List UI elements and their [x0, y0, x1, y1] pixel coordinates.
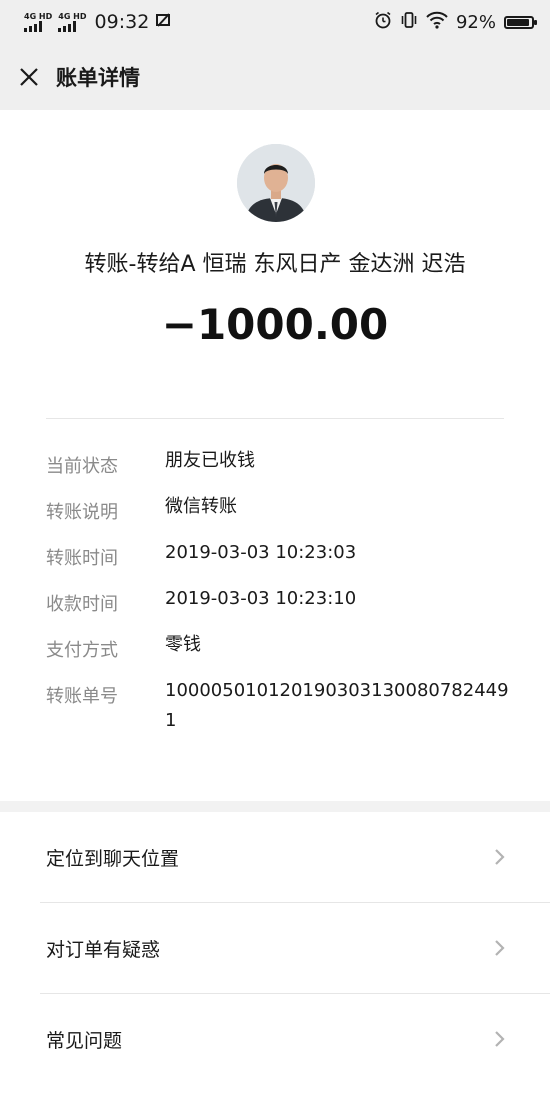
- menu-item-order-question[interactable]: 对订单有疑惑: [0, 903, 550, 993]
- detail-label: 转账单号: [46, 686, 118, 707]
- close-icon: [20, 68, 38, 86]
- detail-value: 2019-03-03 10:23:03: [165, 542, 357, 563]
- wifi-icon: [426, 11, 448, 34]
- nav-bar: 账单详情: [0, 44, 550, 110]
- status-time: 09:32: [94, 11, 150, 33]
- detail-row-receive-time: 收款时间 2019-03-03 10:23:10: [46, 588, 516, 636]
- detail-label: 当前状态: [46, 456, 118, 477]
- menu-item-faq[interactable]: 常见问题: [0, 994, 550, 1084]
- network-label-2: 4G HD: [58, 11, 87, 21]
- avatar[interactable]: [237, 144, 315, 222]
- status-bar: 4G HD 4G HD 09:32 92%: [0, 0, 550, 44]
- detail-label: 转账时间: [46, 548, 118, 569]
- alarm-icon: [374, 11, 392, 34]
- vibrate-icon: [400, 11, 418, 34]
- network-signal-icon-2: 4G HD: [58, 11, 87, 32]
- menu-item-label: 常见问题: [46, 1029, 123, 1052]
- detail-value: 朋友已收钱: [165, 450, 255, 471]
- detail-row-order-number: 转账单号 1000050101201903031300807824491: [46, 680, 516, 736]
- chevron-right-icon: [495, 849, 505, 865]
- divider: [46, 418, 504, 419]
- detail-value: 零钱: [165, 634, 201, 655]
- status-bar-right: 92%: [374, 11, 550, 34]
- menu-item-label: 对订单有疑惑: [46, 938, 161, 961]
- close-button[interactable]: [14, 62, 44, 92]
- transaction-amount: −1000.00: [161, 300, 389, 349]
- menu-item-locate-chat[interactable]: 定位到聊天位置: [0, 812, 550, 902]
- network-label: 4G HD: [24, 11, 53, 21]
- order-number-value[interactable]: 1000050101201903031300807824491: [165, 676, 510, 736]
- detail-row-status: 当前状态 朋友已收钱: [46, 450, 516, 498]
- menu-item-label: 定位到聊天位置: [46, 847, 180, 870]
- action-menu: 定位到聊天位置 对订单有疑惑 常见问题: [0, 812, 550, 1096]
- detail-label: 转账说明: [46, 502, 118, 523]
- detail-rows: 当前状态 朋友已收钱 转账说明 微信转账 转账时间 2019-03-03 10:…: [46, 450, 516, 736]
- detail-label: 收款时间: [46, 594, 118, 615]
- network-signal-icon: 4G HD: [24, 11, 53, 32]
- battery-percent: 92%: [455, 11, 496, 33]
- chevron-right-icon: [495, 1031, 505, 1047]
- page-title: 账单详情: [56, 66, 140, 90]
- chevron-right-icon: [495, 940, 505, 956]
- status-bar-left: 4G HD 4G HD 09:32: [0, 11, 171, 33]
- payee-name: 转账-转给A 恒瑞 东风日产 金达洲 迟浩: [84, 252, 466, 277]
- battery-icon: [504, 15, 537, 29]
- detail-label: 支付方式: [46, 640, 118, 661]
- detail-value: 微信转账: [165, 496, 237, 517]
- bill-detail-card: 转账-转给A 恒瑞 东风日产 金达洲 迟浩 −1000.00 当前状态 朋友已收…: [0, 110, 550, 801]
- screenshot-icon: [155, 12, 171, 33]
- detail-value: 2019-03-03 10:23:10: [165, 588, 357, 609]
